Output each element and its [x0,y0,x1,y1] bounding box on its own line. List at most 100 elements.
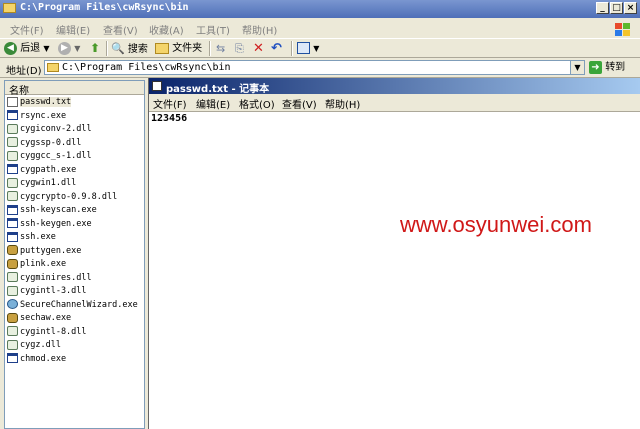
app-icon [7,245,18,255]
file-name: ssh-keygen.exe [20,218,92,229]
file-item[interactable]: cygminires.dll [7,272,92,285]
file-item[interactable]: plink.exe [7,258,66,271]
dll-icon [7,191,18,201]
notepad-title: passwd.txt - 记事本 [166,84,270,95]
explorer-menubar: 文件(F) 编辑(E) 查看(V) 收藏(A) 工具(T) 帮助(H) [0,19,640,38]
menu-view[interactable]: 查看(V) [103,22,138,37]
forward-button[interactable]: ▶ ▼ [58,41,80,56]
up-folder-icon[interactable]: ⬆ [90,41,100,56]
dll-icon [7,177,18,188]
go-label: 转到 [605,62,626,73]
views-icon [297,42,310,54]
minimize-button[interactable]: _ [596,2,609,14]
file-name: cygssp-0.dll [20,137,82,148]
notepad-icon [152,81,162,91]
dll-icon [7,150,18,161]
search-label: 搜索 [127,44,148,55]
dropdown-arrow-icon: ▼ [313,44,320,53]
file-item[interactable]: cygiconv-2.dll [7,123,92,136]
app-icon [7,258,18,269]
file-item[interactable]: cygz.dll [7,339,61,352]
exe-icon [7,110,18,120]
text-file-icon [7,96,18,107]
address-field[interactable]: C:\Program Files\cwRsync\bin ▼ [44,60,585,75]
menu-tools[interactable]: 工具(T) [196,22,230,37]
file-name: chmod.exe [20,353,67,364]
file-item[interactable]: cygssp-0.dll [7,137,81,150]
exe-icon [7,353,18,363]
watermark: www.osyunwei.com [400,212,592,237]
folder-icon [3,3,16,13]
np-menu-file[interactable]: 文件(F) [153,96,187,111]
notepad-window: passwd.txt - 记事本 文件(F) 编辑(E) 格式(O) 查看(V)… [148,78,640,429]
notepad-menubar: 文件(F) 编辑(E) 格式(O) 查看(V) 帮助(H) [149,94,640,112]
file-name: cygiconv-2.dll [20,124,92,134]
np-menu-format[interactable]: 格式(O) [239,96,275,111]
back-button[interactable]: ◀ 后退 ▼ [4,41,50,56]
file-name: cygpath.exe [20,164,77,175]
file-name: rsync.exe [20,110,67,121]
file-item[interactable]: cygintl-8.dll [7,326,87,339]
menu-help[interactable]: 帮助(H) [242,22,277,37]
folders-button[interactable]: 文件夹 [155,41,202,56]
go-button[interactable]: ➜ 转到 [589,60,625,75]
file-name: passwd.txt [20,97,72,107]
file-item[interactable]: cygwin1.dll [7,177,76,190]
delete-icon[interactable]: ✕ [253,41,264,56]
exe-icon [7,164,18,174]
file-item[interactable]: rsync.exe [7,110,66,123]
file-item[interactable]: cyggcc_s-1.dll [7,150,92,163]
file-name: cygintl-3.dll [20,286,87,296]
folder-icon [47,63,59,72]
search-button[interactable]: 🔍 搜索 [111,41,148,56]
dll-icon [7,137,18,147]
file-name: puttygen.exe [20,245,82,256]
file-name: sechaw.exe [20,313,72,323]
file-item[interactable]: cygpath.exe [7,164,76,177]
close-button[interactable]: × [624,2,637,14]
file-name: cyggcc_s-1.dll [20,151,92,161]
file-name: ssh-keyscan.exe [20,205,97,215]
menu-favorites[interactable]: 收藏(A) [149,22,184,37]
file-item[interactable]: sechaw.exe [7,312,71,325]
file-item[interactable]: ssh-keyscan.exe [7,204,97,217]
file-item[interactable]: puttygen.exe [7,245,81,258]
notepad-text-area[interactable]: 123456 [151,113,187,124]
dll-icon [7,326,18,336]
exe-icon [7,218,18,228]
copy-to-icon[interactable]: ⎘ [235,41,244,56]
app-icon [7,312,18,323]
move-to-icon[interactable]: ⇆ [216,41,225,56]
exe-icon [7,204,18,215]
menu-file[interactable]: 文件(F) [10,22,44,37]
file-item[interactable]: SecureChannelWizard.exe [7,299,138,312]
file-item[interactable]: ssh-keygen.exe [7,218,92,231]
views-button[interactable]: ▼ [297,41,319,56]
np-menu-edit[interactable]: 编辑(E) [196,96,230,111]
file-item[interactable]: cygintl-3.dll [7,285,87,298]
file-item[interactable]: chmod.exe [7,353,66,366]
file-list: 名称 passwd.txt rsync.exe cygiconv-2.dll cygs… [4,80,145,429]
file-name: cygintl-8.dll [20,326,87,337]
menu-edit[interactable]: 编辑(E) [56,22,90,37]
dll-icon [7,272,18,282]
file-name: cygcrypto-0.9.8.dll [20,191,118,202]
toolbar-separator [106,41,108,56]
undo-icon[interactable]: ↶ [271,41,282,56]
notepad-title-bar[interactable]: passwd.txt - 记事本 [149,78,640,95]
toolbar-separator [291,41,293,56]
np-menu-view[interactable]: 查看(V) [282,96,317,111]
file-item[interactable]: cygcrypto-0.9.8.dll [7,191,117,204]
np-menu-help[interactable]: 帮助(H) [325,96,360,111]
file-item[interactable]: passwd.txt [7,96,72,109]
file-item[interactable]: ssh.exe [7,231,56,244]
windows-logo-icon [606,19,634,38]
file-name: cygminires.dll [20,272,92,283]
maximize-button[interactable]: □ [610,2,623,14]
address-input[interactable]: C:\Program Files\cwRsync\bin [62,62,231,73]
address-dropdown-icon[interactable]: ▼ [570,61,584,74]
column-header-name[interactable]: 名称 [5,81,144,97]
explorer-title-bar[interactable]: C:\Program Files\cwRsync\bin _ □ × [0,0,640,18]
folder-icon [155,42,169,54]
column-header-label: 名称 [9,86,29,97]
